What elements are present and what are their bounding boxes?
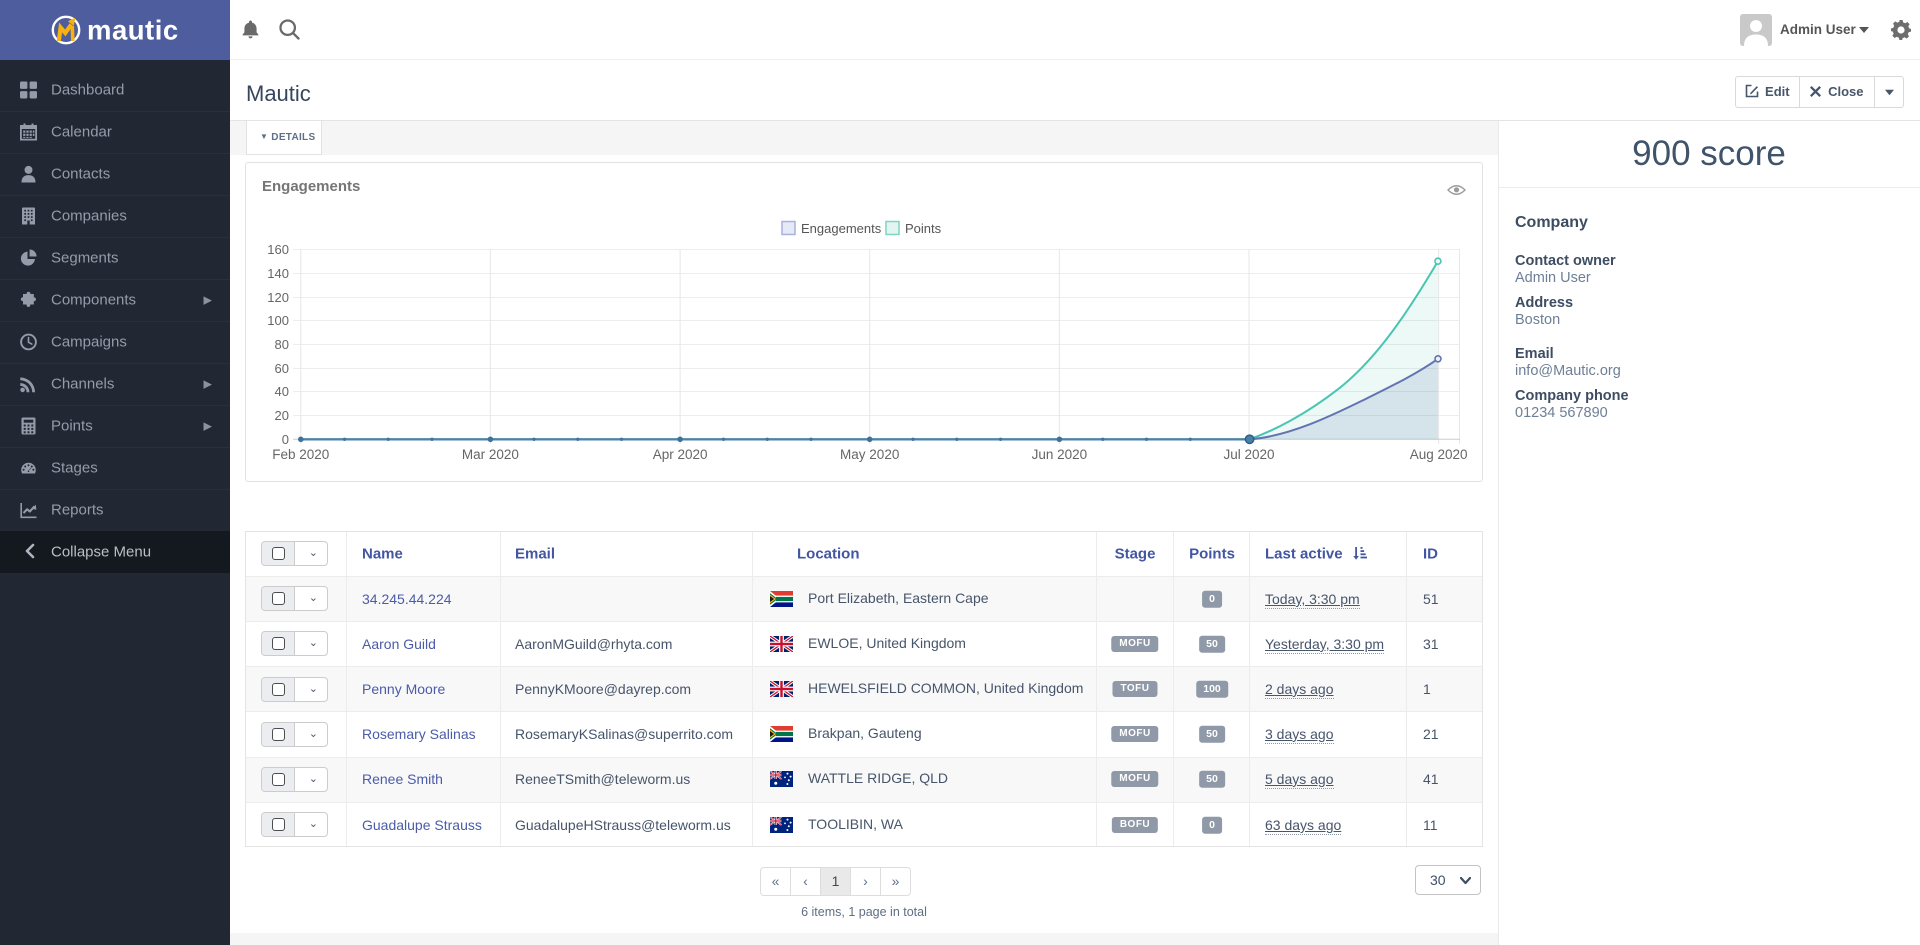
- svg-text:140: 140: [267, 266, 289, 281]
- svg-text:mautic: mautic: [87, 15, 179, 45]
- svg-text:Jun 2020: Jun 2020: [1032, 447, 1088, 462]
- svg-text:Mar 2020: Mar 2020: [462, 447, 519, 462]
- svg-text:Jul 2020: Jul 2020: [1223, 447, 1274, 462]
- svg-text:60: 60: [275, 361, 289, 376]
- svg-text:20: 20: [275, 408, 289, 423]
- svg-text:Engagements: Engagements: [801, 221, 882, 236]
- svg-text:160: 160: [267, 242, 289, 257]
- svg-text:May 2020: May 2020: [840, 447, 899, 462]
- svg-text:40: 40: [275, 384, 289, 399]
- svg-text:80: 80: [275, 337, 289, 352]
- svg-text:100: 100: [267, 313, 289, 328]
- svg-text:Aug 2020: Aug 2020: [1410, 447, 1468, 462]
- svg-text:Apr 2020: Apr 2020: [653, 447, 708, 462]
- svg-text:0: 0: [282, 432, 289, 447]
- svg-text:Feb 2020: Feb 2020: [272, 447, 329, 462]
- svg-text:Points: Points: [905, 221, 942, 236]
- svg-text:120: 120: [267, 290, 289, 305]
